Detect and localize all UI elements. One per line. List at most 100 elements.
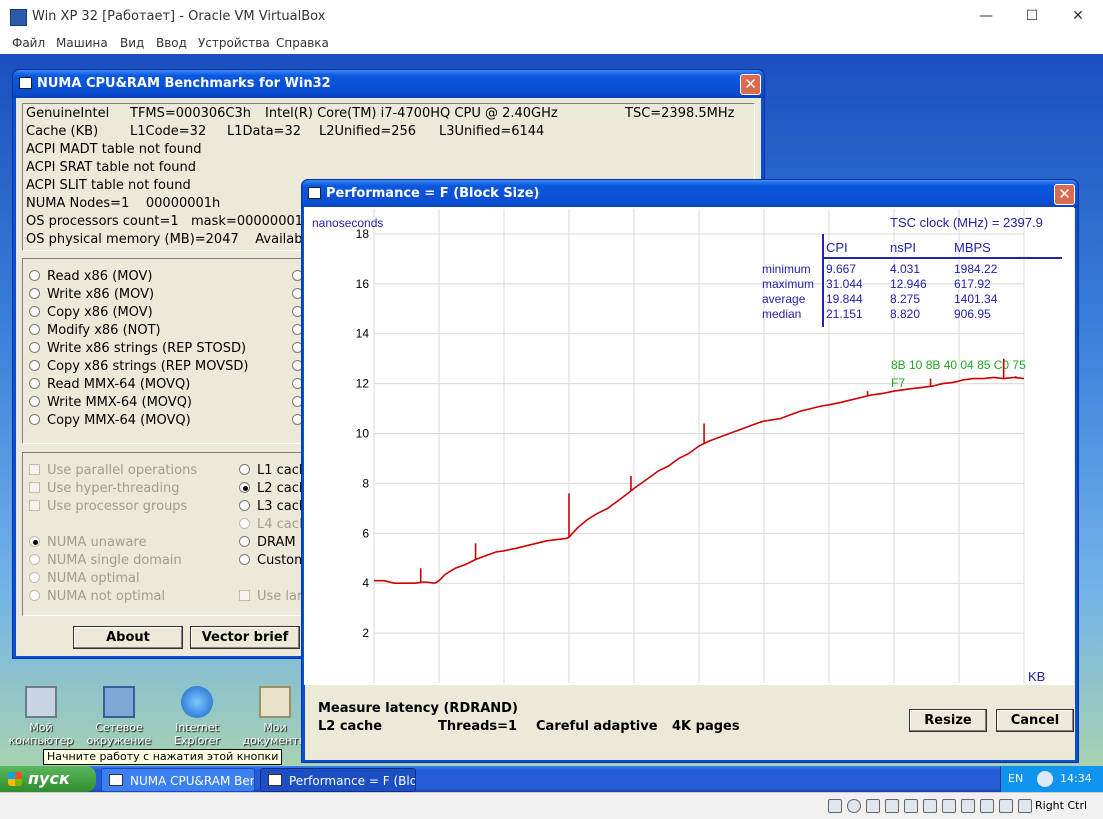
target-l2-radio[interactable]: L2 cach [239,481,307,496]
target-l1-radio[interactable]: L1 cach [239,463,307,478]
recording-icon[interactable] [961,799,975,813]
method-label: Modify x86 (NOT) [47,323,161,338]
stats-nspi: 8.275 [890,292,920,306]
minimize-icon[interactable]: — [976,6,996,26]
method-radio[interactable]: Copy x86 (MOV) [29,305,153,320]
system-tray: EN 14:34 [1000,766,1103,792]
computer-icon [25,686,57,718]
stats-cpi: 9.667 [826,262,856,276]
menu-help[interactable]: Справка [276,36,329,50]
target-dram-radio[interactable]: DRAM [239,535,296,550]
close-icon[interactable]: ✕ [1068,6,1088,26]
tsc-clock-label: TSC clock (MHz) = 2397.9 [890,215,1043,230]
method-label: Write x86 strings (REP STOSD) [47,341,247,356]
stats-row-name: minimum [762,262,811,276]
desktop-icon-my-computer[interactable]: Мой компьютер [6,686,76,747]
target-custom-radio[interactable]: Custom [239,553,307,568]
numa-unaware-radio[interactable]: NUMA unaware [29,535,147,550]
desktop-icon-documents[interactable]: Мои документы [240,686,310,747]
numa-not-optimal-radio[interactable]: NUMA not optimal [29,589,165,604]
option-label: Use parallel operations [47,463,198,478]
task-numa[interactable]: NUMA CPU&RAM Ben... [101,768,255,792]
stats-nspi: 8.820 [890,307,920,321]
about-button[interactable]: About [73,626,183,649]
target-l4-radio[interactable]: L4 cach [239,517,307,532]
hdd-icon[interactable] [828,799,842,813]
desktop-icon-label: Мои документы [242,721,308,747]
desktop-icon-network[interactable]: Сетевое окружение [84,686,154,747]
tray-volume-icon[interactable] [1037,771,1053,787]
maximize-icon[interactable]: ☐ [1022,6,1042,26]
performance-close-button[interactable]: ✕ [1054,184,1075,205]
menu-devices[interactable]: Устройства [198,36,270,50]
l3-value: L3Unified=6144 [439,124,545,139]
menu-input[interactable]: Ввод [156,36,187,50]
hyperthreading-checkbox[interactable]: Use hyper-threading [29,481,180,496]
method-radio[interactable]: Write MMX-64 (MOVQ) [29,395,192,410]
start-tooltip: Начните работу с нажатия этой кнопки [43,749,283,765]
status-threads: Threads=1 [438,719,518,734]
y-tick-label: 14 [356,327,370,341]
usb-icon[interactable] [904,799,918,813]
target-l3-radio[interactable]: L3 cach [239,499,307,514]
mouse-integration-icon[interactable] [999,799,1013,813]
shared-folders-icon[interactable] [923,799,937,813]
method-radio[interactable]: Read x86 (MOV) [29,269,152,284]
optical-drive-icon[interactable] [847,799,861,813]
cancel-button[interactable]: Cancel [996,709,1074,732]
task-performance[interactable]: Performance = F (Blo... [260,768,416,792]
virtualbox-icon [10,9,27,26]
processor-groups-checkbox[interactable]: Use processor groups [29,499,187,514]
target-label: L3 cach [257,499,308,514]
stats-row-name: maximum [762,277,814,291]
start-button[interactable]: пуск [0,766,96,792]
language-indicator[interactable]: EN [1008,772,1023,785]
numa-mode-label: NUMA not optimal [47,589,166,604]
network-icon [103,686,135,718]
vector-brief-button[interactable]: Vector brief [190,626,300,649]
stats-cpi: 19.844 [826,292,863,306]
desktop-icon-label: Мой компьютер [8,721,74,747]
l1data-value: L1Data=32 [227,124,301,139]
y-tick-label: 10 [356,427,370,441]
status-pages: 4K pages [672,719,740,734]
numa-window-title: NUMA CPU&RAM Benchmarks for Win32 [37,76,331,91]
method-radio[interactable]: Modify x86 (NOT) [29,323,161,338]
menu-machine[interactable]: Машина [56,36,108,50]
method-radio[interactable]: Write x86 (MOV) [29,287,154,302]
desktop-icon-ie[interactable]: Internet Explorer [162,686,232,747]
cpu-status-icon[interactable] [980,799,994,813]
stats-row-name: average [762,292,806,306]
display-icon[interactable] [942,799,956,813]
method-radio[interactable]: Copy x86 strings (REP MOVSD) [29,359,248,374]
method-label: Write MMX-64 (MOVQ) [47,395,192,410]
start-label: пуск [28,769,70,788]
method-radio[interactable]: Write x86 strings (REP STOSD) [29,341,246,356]
method-radio[interactable]: Read MMX-64 (MOVQ) [29,377,190,392]
window-icon [19,77,32,89]
internet-explorer-icon [181,686,213,718]
resize-button[interactable]: Resize [909,709,987,732]
stats-header: nsPI [890,240,916,255]
parallel-checkbox[interactable]: Use parallel operations [29,463,197,478]
cpu-tfms: TFMS=000306C3h [130,106,251,121]
method-radio[interactable]: Copy MMX-64 (MOVQ) [29,413,191,428]
keyboard-icon[interactable] [1018,799,1032,813]
status-measure: Measure latency (RDRAND) [318,701,518,716]
y-tick-label: 4 [362,576,369,590]
numa-optimal-radio[interactable]: NUMA optimal [29,571,140,586]
desktop-icon-label: Сетевое окружение [86,721,152,747]
menu-view[interactable]: Вид [120,36,144,50]
option-label: Use processor groups [47,499,188,514]
numa-mode-label: NUMA optimal [47,571,140,586]
y-tick-label: 6 [362,526,369,540]
numa-mode-label: NUMA unaware [47,535,147,550]
network-status-icon[interactable] [885,799,899,813]
numa-single-radio[interactable]: NUMA single domain [29,553,182,568]
documents-icon [259,686,291,718]
numa-close-button[interactable]: ✕ [740,74,761,95]
menu-file[interactable]: Файл [12,36,45,50]
use-large-pages-checkbox[interactable]: Use lar [239,589,302,604]
audio-icon[interactable] [866,799,880,813]
y-tick-label: 16 [356,277,370,291]
